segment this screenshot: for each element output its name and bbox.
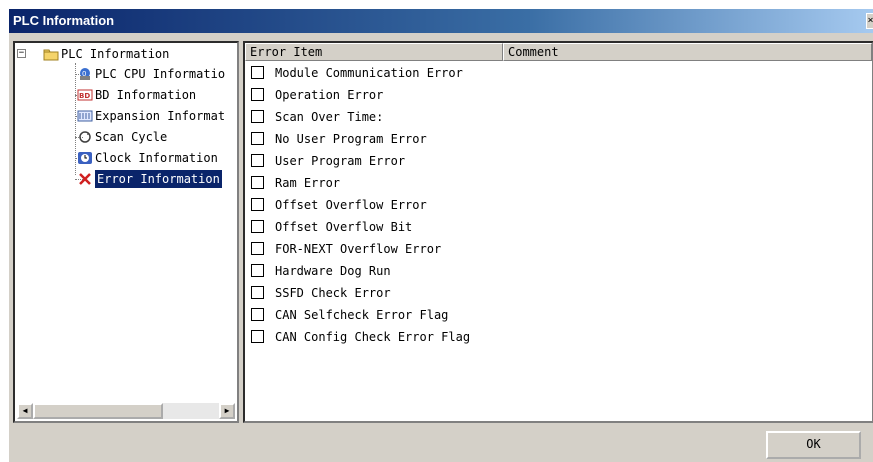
tree-item-label: Clock Information (95, 151, 218, 165)
tree-item-label: Scan Cycle (95, 130, 168, 144)
close-icon[interactable]: × (866, 13, 873, 29)
column-header-comment[interactable]: Comment (503, 43, 872, 61)
error-checkbox[interactable] (251, 220, 264, 233)
tree-item-label: BD Information (95, 88, 197, 102)
refresh-cycle-icon (77, 130, 93, 144)
error-checkbox[interactable] (251, 110, 264, 123)
scroll-left-icon[interactable]: ◀ (17, 403, 33, 419)
tree-item-label: Expansion Informat (95, 109, 226, 123)
error-checkbox[interactable] (251, 66, 264, 79)
error-item-label: FOR-NEXT Overflow Error (275, 242, 442, 256)
info-tree: − PLC Information 0 PLC CPU Informatio B… (13, 41, 239, 423)
error-item-label: Offset Overflow Bit (275, 220, 413, 234)
cpu-globe-icon: 0 (77, 67, 93, 81)
error-checkbox[interactable] (251, 132, 264, 145)
tree-item-expansion-information[interactable]: Expansion Informat (15, 107, 237, 125)
tree-item-bd-information[interactable]: BD BD Information (15, 86, 237, 104)
tree-item-plc-cpu-information[interactable]: 0 PLC CPU Informatio (15, 65, 237, 83)
tree-item-clock-information[interactable]: Clock Information (15, 149, 237, 167)
column-header-error-item[interactable]: Error Item (245, 43, 503, 61)
error-checkbox[interactable] (251, 198, 264, 211)
clock-icon (77, 151, 93, 165)
error-item-label: Operation Error (275, 88, 384, 102)
expansion-module-icon (77, 109, 93, 123)
error-item-label: No User Program Error (275, 132, 427, 146)
tree-horizontal-scrollbar[interactable]: ◀ ▶ (17, 403, 235, 419)
ok-button[interactable]: OK (766, 431, 861, 459)
error-x-icon (77, 172, 93, 186)
tree-item-error-information[interactable]: Error Information (15, 169, 237, 189)
error-checkbox[interactable] (251, 330, 264, 343)
error-checkbox[interactable] (251, 308, 264, 321)
plc-information-dialog: PLC Information × − PLC Information 0 PL… (8, 8, 873, 462)
svg-text:BD: BD (79, 92, 90, 100)
error-item-label: SSFD Check Error (275, 286, 391, 300)
error-item-label: Ram Error (275, 176, 341, 190)
error-item-label: Module Communication Error (275, 66, 463, 80)
tree-item-label: PLC CPU Informatio (95, 67, 226, 81)
error-item-list: Error Item Comment Module Communication … (243, 41, 873, 423)
error-checkbox[interactable] (251, 88, 264, 101)
error-checkbox[interactable] (251, 286, 264, 299)
title-bar[interactable]: PLC Information × (9, 9, 873, 33)
error-checkbox[interactable] (251, 176, 264, 189)
error-checkbox[interactable] (251, 264, 264, 277)
scroll-right-icon[interactable]: ▶ (219, 403, 235, 419)
error-item-label: Hardware Dog Run (275, 264, 391, 278)
error-item-label: Offset Overflow Error (275, 198, 427, 212)
window-title: PLC Information (13, 13, 115, 28)
error-item-label: CAN Selfcheck Error Flag (275, 308, 449, 322)
tree-expander[interactable]: − (17, 49, 26, 58)
error-item-label: Scan Over Time: (275, 110, 384, 124)
scroll-thumb[interactable] (33, 403, 163, 419)
tree-item-label: Error Information (94, 169, 223, 189)
tree-root-label: PLC Information (61, 47, 170, 61)
error-checkbox[interactable] (251, 242, 264, 255)
svg-text:0: 0 (82, 70, 86, 78)
error-item-label: User Program Error (275, 154, 406, 168)
bd-board-icon: BD (77, 88, 93, 102)
error-item-label: CAN Config Check Error Flag (275, 330, 471, 344)
tree-item-scan-cycle[interactable]: Scan Cycle (15, 128, 237, 146)
error-checkbox[interactable] (251, 154, 264, 167)
folder-icon (43, 47, 59, 61)
